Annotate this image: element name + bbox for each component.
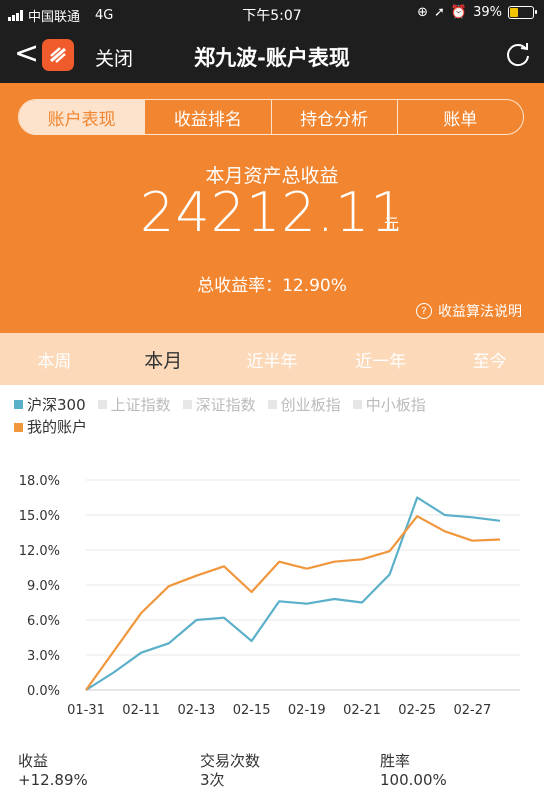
period-selector: 本周 本月 近半年 近一年 至今: [0, 333, 544, 385]
stat-trade-count: 交易次数 3次: [200, 752, 260, 790]
x-tick-label: 02-27: [454, 703, 492, 718]
tab-return-ranking[interactable]: 收益排名: [144, 100, 270, 134]
legend-swatch: [97, 400, 107, 409]
currency-unit: 元: [384, 215, 400, 233]
x-tick-label: 02-11: [122, 703, 160, 718]
stat-win-rate-label: 胜率: [380, 752, 411, 770]
legend-swatch: [14, 422, 23, 432]
legend-label: 创业板指: [280, 395, 341, 414]
rate-label: 总收益率：: [197, 276, 283, 296]
legend-item[interactable]: 我的账户: [14, 416, 87, 438]
period-half-year[interactable]: 近半年: [218, 347, 327, 372]
stat-return: 收益 +12.89%: [18, 752, 88, 790]
legend-item[interactable]: 创业板指: [267, 394, 341, 416]
x-tick-label: 02-25: [398, 703, 436, 718]
period-week[interactable]: 本周: [0, 347, 109, 372]
legend-item[interactable]: 上证指数: [97, 394, 171, 416]
algorithm-help-link[interactable]: ? 收益算法说明: [416, 301, 522, 321]
y-tick-label: 3.0%: [27, 649, 60, 664]
legend-swatch: [352, 400, 362, 409]
legend-swatch: [182, 400, 192, 409]
legend-item[interactable]: 沪深300: [14, 394, 86, 416]
tab-holdings-analysis[interactable]: 持仓分析: [270, 100, 397, 134]
y-tick-label: 15.0%: [19, 509, 60, 524]
period-year[interactable]: 近一年: [326, 347, 435, 372]
navigation-arrow-icon: ➚: [434, 5, 445, 20]
y-tick-label: 9.0%: [27, 579, 60, 594]
question-icon: ?: [416, 303, 432, 319]
legend-swatch: [14, 400, 23, 409]
legend-label: 中小板指: [365, 395, 426, 414]
page-title: 郑九波-账户表现: [194, 46, 350, 70]
x-tick-label: 02-19: [288, 703, 326, 718]
total-return-amount: 24212.11: [140, 181, 406, 244]
legend-label: 深证指数: [195, 395, 256, 414]
stat-win-rate: 胜率 100.00%: [380, 752, 447, 790]
status-bar: 中国联通 4G 下午5:07 ⊕ ➚ ⏰ 39%: [0, 0, 544, 28]
y-tick-label: 0.0%: [27, 684, 60, 699]
refresh-icon[interactable]: [504, 40, 532, 72]
legend-label: 我的账户: [27, 418, 88, 436]
y-tick-label: 6.0%: [27, 614, 60, 629]
stat-return-value: +12.89%: [18, 771, 88, 789]
period-all-time[interactable]: 至今: [435, 347, 544, 372]
tab-account-performance[interactable]: 账户表现: [19, 100, 145, 134]
battery-icon: [508, 6, 537, 19]
tab-statement[interactable]: 账单: [396, 100, 523, 134]
stat-return-label: 收益: [18, 752, 49, 770]
legend-item[interactable]: 深证指数: [182, 394, 256, 416]
alarm-icon: ⏰: [450, 5, 468, 20]
location-icon: ⊕: [417, 5, 428, 20]
legend-label: 沪深300: [27, 395, 86, 414]
stat-trade-count-value: 3次: [200, 771, 225, 789]
period-month[interactable]: 本月: [109, 346, 218, 373]
y-tick-label: 12.0%: [19, 544, 60, 559]
chart-area: 0.0% 3.0% 6.0% 9.0% 12.0% 15.0% 18.0% 01-31 02-1…: [0, 385, 544, 732]
y-tick-label: 18.0%: [19, 474, 60, 489]
chart-legend: 沪深300 上证指数 深证指数 创业板指 中小板指我的账户: [14, 393, 534, 438]
help-label: 收益算法说明: [438, 304, 522, 320]
stat-trade-count-label: 交易次数: [200, 752, 261, 770]
stats-row: 收益 +12.89% 交易次数 3次 胜率 100.00%: [0, 752, 544, 800]
x-tick-label: 02-15: [233, 703, 271, 718]
segment-tabs: 账户表现 收益排名 持仓分析 账单: [18, 99, 524, 135]
x-tick-label: 02-21: [343, 703, 381, 718]
legend-label: 上证指数: [110, 395, 171, 414]
rate-value: 12.90%: [282, 276, 347, 296]
stat-win-rate-value: 100.00%: [380, 771, 447, 789]
nav-bar: < 关闭 郑九波-账户表现: [0, 28, 544, 83]
legend-swatch: [267, 400, 277, 409]
x-tick-label: 02-13: [178, 703, 216, 718]
battery-percent: 39%: [473, 5, 502, 20]
legend-item[interactable]: 中小板指: [352, 394, 426, 416]
x-tick-label: 01-31: [67, 703, 105, 718]
summary-panel: 账户表现 收益排名 持仓分析 账单 本月资产总收益 24212.11 元 总收益…: [0, 83, 544, 333]
total-return-rate: 总收益率：12.90%: [0, 271, 544, 296]
